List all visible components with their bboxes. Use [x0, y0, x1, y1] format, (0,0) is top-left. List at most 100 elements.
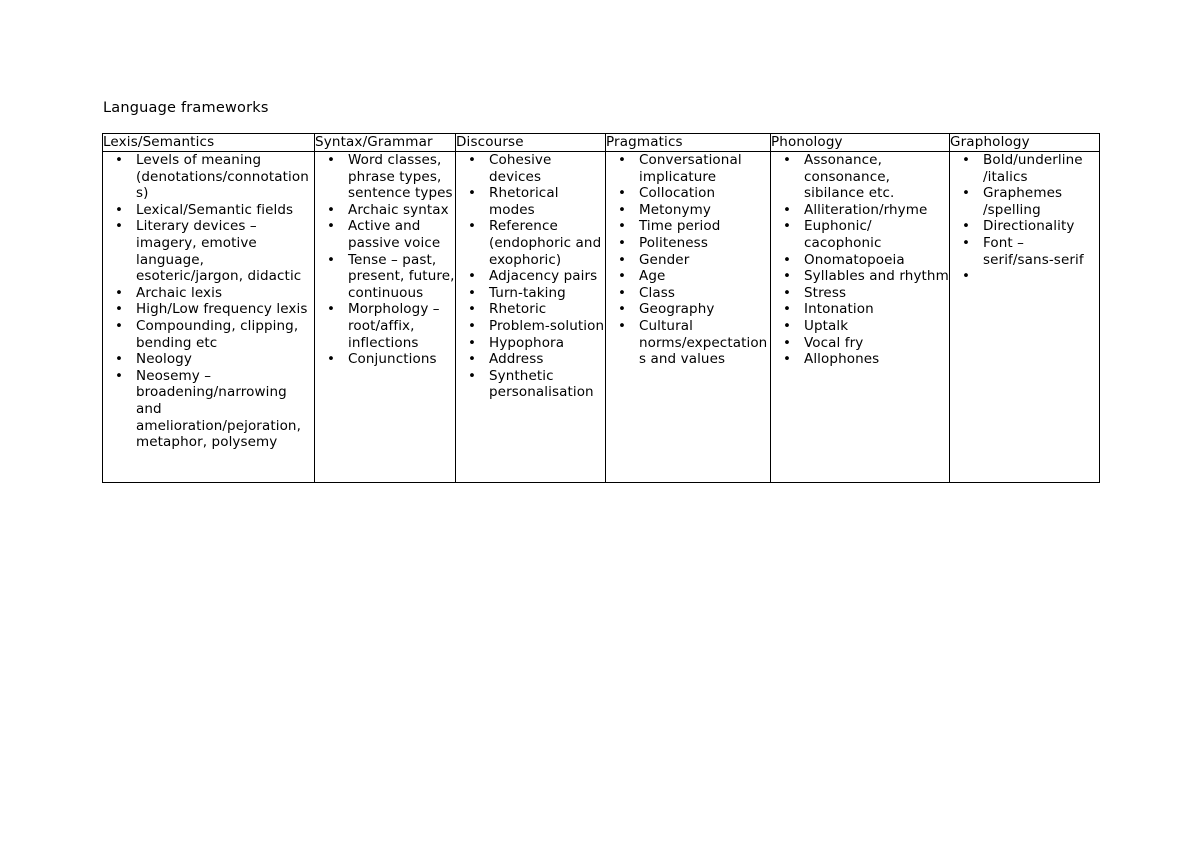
list-item-label: Neosemy – broadening/narrowing and ameli… [136, 367, 301, 451]
list-item-label: Cohesive devices [489, 152, 552, 185]
bullet-icon: • [468, 334, 477, 351]
list-item: • Literary devices – imagery, emotive lan… [103, 218, 314, 284]
list-item: • Intonation [771, 301, 949, 318]
bullet-icon: • [468, 152, 477, 168]
bullet-icon: • [783, 334, 792, 351]
bullet-icon: • [327, 351, 336, 368]
bullet-icon: • [962, 185, 971, 202]
list-item-label: Compounding, clipping, bending etc [136, 317, 299, 351]
list-item-label: Neology [136, 351, 192, 368]
list-item: • Levels of meaning (denotations/connotat… [103, 152, 314, 202]
list-item-label: Uptalk [804, 317, 849, 334]
list-item: • Synthetic personalisation [456, 368, 605, 401]
bullet-icon: • [783, 268, 792, 285]
bullet-icon: • [327, 301, 336, 318]
list-item: • Stress [771, 285, 949, 302]
list-item-label: Adjacency pairs [489, 268, 598, 285]
list-item: • Turn-taking [456, 285, 605, 302]
bullet-icon: • [783, 317, 792, 334]
list-item-label: Euphonic/ cacophonic [804, 218, 882, 251]
list-item-label: Problem-solution [489, 317, 605, 334]
list-item-label: High/Low frequency lexis [136, 301, 308, 318]
list-discourse: • Cohesive devices • Rhetorical modes • Refer… [456, 152, 605, 401]
list-item-label: Levels of meaning (denotations/connotati… [136, 152, 309, 202]
list-item-label: Graphemes /spelling [983, 185, 1063, 218]
list-item-label: Class [639, 284, 676, 301]
list-item: • Class [606, 285, 770, 302]
list-item: • Cohesive devices [456, 152, 605, 185]
list-item-label: Age [639, 268, 666, 285]
bullet-icon: • [468, 268, 477, 285]
list-item-label: Address [489, 351, 544, 368]
list-item: • Rhetorical modes [456, 185, 605, 218]
list-item: • Morphology – root/affix, inflections [315, 301, 455, 351]
list-item: • Word classes, phrase types, sentence ty… [315, 152, 455, 202]
bullet-icon: • [327, 152, 336, 168]
bullet-icon: • [783, 301, 792, 318]
bullet-icon: • [618, 251, 627, 268]
list-item-label: Gender [639, 251, 690, 268]
list-item-label: Conjunctions [348, 351, 437, 368]
list-item: • Neosemy – broadening/narrowing and amel… [103, 368, 314, 451]
bullet-icon: • [962, 234, 971, 251]
bullet-icon: • [783, 251, 792, 268]
list-lexis-semantics: • Levels of meaning (denotations/connotat… [103, 152, 314, 451]
bullet-icon: • [327, 218, 336, 235]
list-item-label: Lexical/Semantic fields [136, 201, 294, 218]
bullet-icon: • [962, 152, 971, 168]
list-syntax-grammar: • Word classes, phrase types, sentence ty… [315, 152, 455, 368]
cell-graphology: • Bold/underline /italics • Graphemes /spel… [949, 151, 1100, 483]
list-item: • Active and passive voice [315, 218, 455, 251]
bullet-icon: • [115, 317, 124, 334]
list-item-label: Tense – past, present, future, continuou… [348, 251, 455, 301]
list-item: • Allophones [771, 351, 949, 368]
list-graphology: • Bold/underline /italics • Graphemes /spel… [950, 152, 1099, 285]
bullet-icon: • [783, 218, 792, 235]
list-item: • Vocal fry [771, 335, 949, 352]
list-item-label: Directionality [983, 218, 1075, 235]
list-item: • Archaic syntax [315, 202, 455, 219]
list-item-label: Syllables and rhythm [804, 268, 949, 285]
bullet-icon: • [618, 268, 627, 285]
column-header-pragmatics: Pragmatics [605, 133, 771, 152]
list-item: • Bold/underline /italics [950, 152, 1099, 185]
language-frameworks-table: Lexis/Semantics Syntax/Grammar Discourse… [102, 133, 1100, 483]
table-header-row: Lexis/Semantics Syntax/Grammar Discourse… [102, 133, 1100, 152]
bullet-icon: • [115, 351, 124, 368]
list-item: • Problem-solution [456, 318, 605, 335]
list-item-label: Cultural norms/expectations and values [639, 317, 768, 368]
list-item-label: Archaic syntax [348, 201, 449, 218]
list-item: • Compounding, clipping, bending etc [103, 318, 314, 351]
bullet-icon: • [115, 284, 124, 301]
cell-phonology: • Assonance, consonance, sibilance etc. • A… [770, 151, 950, 483]
list-pragmatics: • Conversational implicature • Collocation •… [606, 152, 770, 368]
list-item-label: Rhetoric [489, 301, 547, 318]
bullet-icon: • [618, 201, 627, 218]
bullet-icon: • [618, 317, 627, 334]
list-item: • Conjunctions [315, 351, 455, 368]
list-item: • Conversational implicature [606, 152, 770, 185]
page-title: Language frameworks [103, 100, 269, 116]
list-item-label: Collocation [639, 185, 716, 202]
column-header-syntax-grammar: Syntax/Grammar [314, 133, 456, 152]
list-item-label: Archaic lexis [136, 284, 223, 301]
list-item: • Time period [606, 218, 770, 235]
list-item-label: Morphology – root/affix, inflections [348, 301, 440, 351]
list-phonology: • Assonance, consonance, sibilance etc. • A… [771, 152, 949, 368]
column-header-lexis-semantics: Lexis/Semantics [102, 133, 315, 152]
bullet-icon: • [468, 284, 477, 301]
column-header-graphology: Graphology [949, 133, 1100, 152]
list-item-label: Allophones [804, 351, 880, 368]
bullet-icon: • [115, 218, 124, 235]
bullet-icon: • [618, 152, 627, 168]
list-item: • Address [456, 351, 605, 368]
bullet-icon: • [115, 152, 124, 168]
list-item-label: Intonation [804, 301, 874, 318]
cell-lexis-semantics: • Levels of meaning (denotations/connotat… [102, 151, 315, 483]
list-item: • Hypophora [456, 335, 605, 352]
column-header-discourse: Discourse [455, 133, 606, 152]
cell-syntax-grammar: • Word classes, phrase types, sentence ty… [314, 151, 456, 483]
bullet-icon: • [327, 201, 336, 218]
list-item: • Uptalk [771, 318, 949, 335]
list-item-label: Onomatopoeia [804, 251, 905, 268]
